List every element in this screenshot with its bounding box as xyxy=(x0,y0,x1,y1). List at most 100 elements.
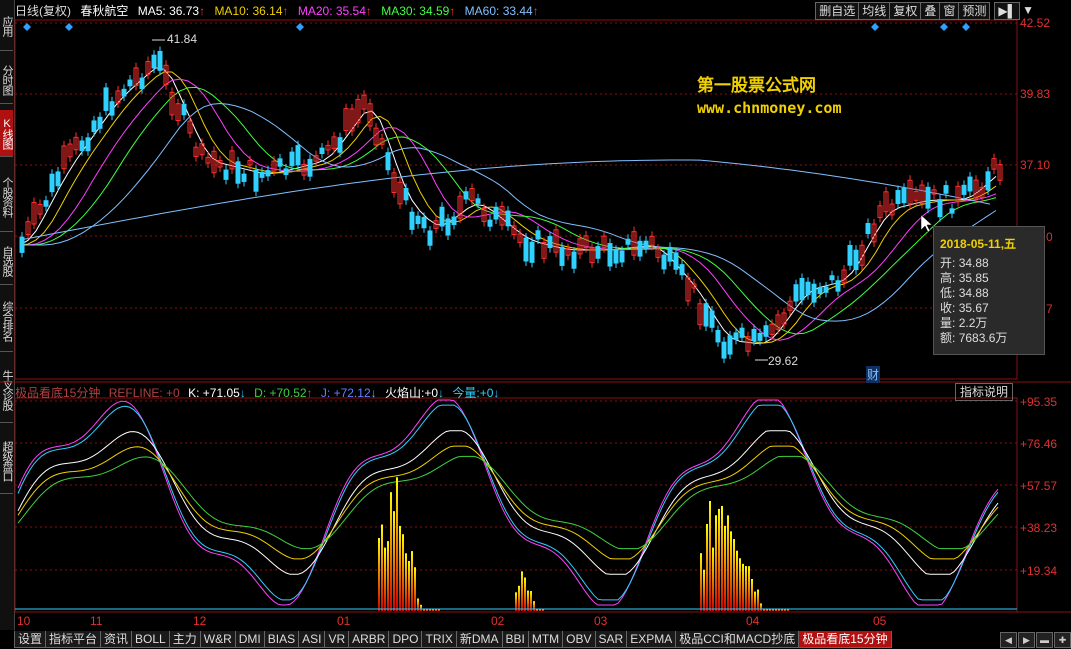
bottom-tab[interactable]: TRIX xyxy=(421,631,457,648)
scroll-controls: ◀ ▶ ▬ ✚ xyxy=(999,632,1071,648)
candle-body xyxy=(223,169,229,180)
fire-bar xyxy=(721,505,723,611)
fire-bar xyxy=(378,538,380,611)
candle-body xyxy=(91,120,97,133)
candle-body xyxy=(751,328,757,341)
ma-button[interactable]: 均线 xyxy=(858,2,891,20)
fire-bar xyxy=(730,531,732,611)
candle-body xyxy=(619,250,625,263)
candle-body xyxy=(523,237,529,262)
tooltip-low: 低: 34.88 xyxy=(940,286,989,300)
candle-body xyxy=(715,329,721,343)
candle-body xyxy=(253,169,259,192)
indicator-tick: +38.23 xyxy=(1020,521,1058,535)
candle-body xyxy=(493,206,499,220)
remove-watchlist-button[interactable]: 删自选 xyxy=(815,2,860,20)
indicator-tick: +57.57 xyxy=(1020,479,1058,493)
indicator-tab-bar: 设置 指标平台 资讯 BOLL 主力 W&R DMI BIAS ASI VR ARBR DPO TRIX… xyxy=(14,631,892,649)
bottom-tab[interactable]: 新DMA xyxy=(455,631,503,648)
candle-body xyxy=(385,152,391,171)
finance-marker[interactable]: 财 xyxy=(866,366,881,383)
indicator-name[interactable]: 极品看底15分钟 xyxy=(15,386,100,400)
bottom-tab[interactable]: 资讯 xyxy=(100,631,133,648)
candle-body xyxy=(451,216,457,226)
candle-body xyxy=(835,280,841,292)
fire-bar xyxy=(739,558,741,611)
bottom-tab[interactable]: W&R xyxy=(199,631,236,648)
candle-body xyxy=(637,240,643,257)
forecast-button[interactable]: 预测 xyxy=(958,2,991,20)
fire-bar xyxy=(521,571,523,611)
candle-body xyxy=(559,246,565,266)
month-label: 02 xyxy=(491,614,505,628)
bottom-tab[interactable]: DPO xyxy=(388,631,423,648)
scroll-left-icon[interactable]: ◀ xyxy=(1000,632,1017,648)
bottom-tab[interactable]: 指标平台 xyxy=(45,631,102,648)
d-readout: D: +70.52↑ xyxy=(254,386,313,400)
candle-body xyxy=(403,187,409,201)
candle-body xyxy=(103,87,109,111)
candle-body xyxy=(799,277,805,301)
candle-body xyxy=(739,327,745,338)
scroll-right-icon[interactable]: ▶ xyxy=(1018,632,1035,648)
bottom-tab[interactable]: 主力 xyxy=(168,631,201,648)
event-marker xyxy=(940,23,948,31)
kline-chart[interactable] xyxy=(0,0,1071,649)
candle-body xyxy=(109,101,115,116)
bottom-tab[interactable]: OBV xyxy=(562,631,596,648)
indicator-help-button[interactable]: 指标说明 xyxy=(955,383,1014,401)
bottom-tab[interactable]: SAR xyxy=(594,631,628,648)
ma30-readout: MA30: 34.59↑ xyxy=(381,4,456,18)
window-button[interactable]: 窗 xyxy=(939,2,960,20)
candle-body xyxy=(151,54,157,69)
candle-body xyxy=(703,303,709,327)
event-marker xyxy=(296,23,304,31)
bottom-tab[interactable]: ARBR xyxy=(348,631,390,648)
month-label: 03 xyxy=(594,614,608,628)
candle-body xyxy=(79,140,85,152)
candle-body xyxy=(733,332,739,340)
candle-body xyxy=(55,171,61,187)
candle-body xyxy=(949,208,955,214)
bottom-tab[interactable]: 极品看底15分钟 xyxy=(798,631,892,648)
bottom-tab[interactable]: BBI xyxy=(501,631,529,648)
bottom-tab[interactable]: 极品CCI和MACD抄底 xyxy=(675,631,800,648)
candle-body xyxy=(607,243,613,267)
candle-body xyxy=(295,145,301,166)
bottom-tab[interactable]: BOLL xyxy=(131,631,170,648)
zoom-in-icon[interactable]: ✚ xyxy=(1054,632,1071,648)
fire-bar xyxy=(742,563,744,611)
fire-bar xyxy=(399,525,401,611)
candle-body xyxy=(19,236,25,253)
candle-body xyxy=(643,240,649,249)
candle-body xyxy=(487,219,493,227)
candle-body xyxy=(595,246,601,259)
candle-body xyxy=(85,137,91,152)
bottom-tab[interactable]: DMI xyxy=(234,631,265,648)
ma60-readout: MA60: 33.44↑ xyxy=(464,4,539,18)
tooltip-volume: 量: 2.2万 xyxy=(940,316,988,330)
bottom-tab[interactable]: VR xyxy=(324,631,350,648)
bottom-tab[interactable]: BIAS xyxy=(263,631,300,648)
bottom-tab[interactable]: MTM xyxy=(527,631,564,648)
adjust-button[interactable]: 复权 xyxy=(889,2,922,20)
fire-bar xyxy=(414,567,416,611)
candle-body xyxy=(925,186,931,209)
collapse-panel-icon[interactable]: ▶▌ xyxy=(994,2,1021,20)
candle-body xyxy=(901,187,907,204)
period-label[interactable]: 日线(复权) xyxy=(15,4,71,18)
candle-body xyxy=(661,254,667,270)
candle-body xyxy=(463,191,469,200)
candle-tooltip: 2018-05-11,五 开: 34.88 高: 35.85 低: 34.88 … xyxy=(933,226,1045,355)
fire-bar xyxy=(733,539,735,611)
candle-body xyxy=(97,116,103,129)
kdj-line xyxy=(17,399,999,606)
overlay-button[interactable]: 叠 xyxy=(920,2,941,20)
price-tick: 7 xyxy=(1046,302,1053,316)
bottom-tab[interactable]: ASI xyxy=(298,631,326,648)
bottom-tab[interactable]: EXPMA xyxy=(626,631,677,648)
candle-body xyxy=(667,246,673,262)
bottom-tab[interactable]: 设置 xyxy=(14,631,47,648)
fire-bar xyxy=(411,551,413,611)
zoom-out-icon[interactable]: ▬ xyxy=(1036,632,1053,648)
